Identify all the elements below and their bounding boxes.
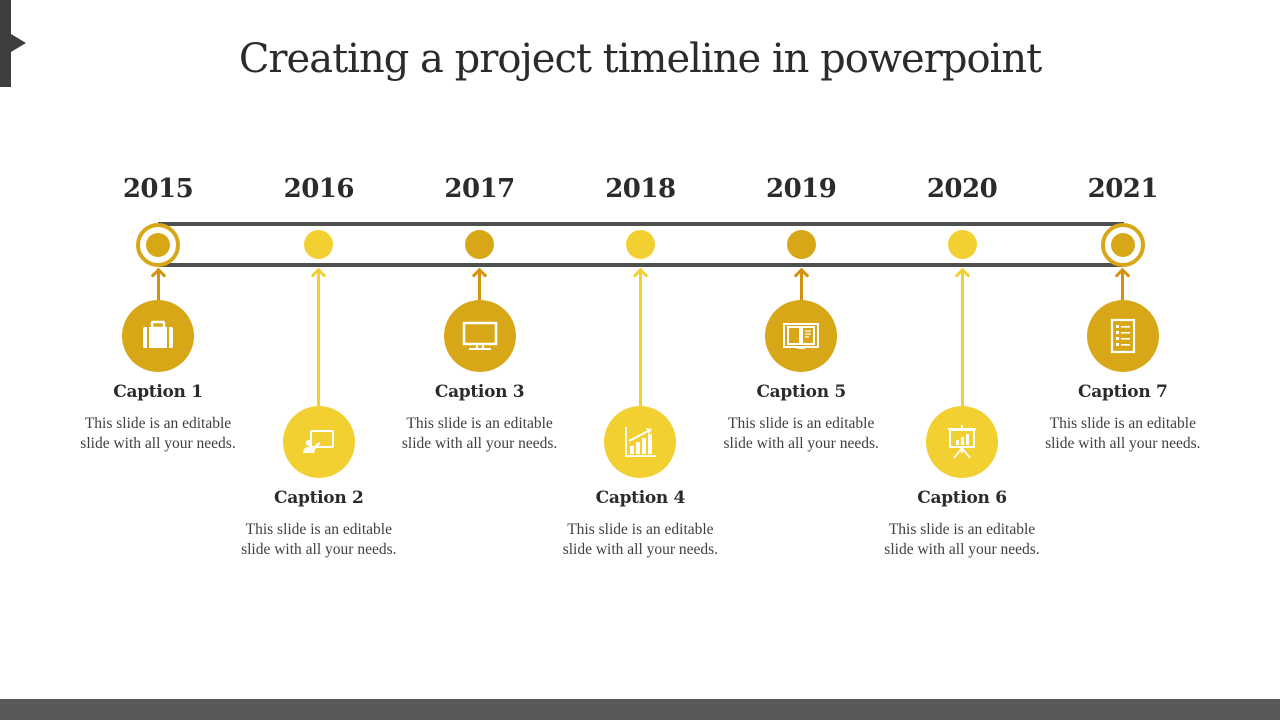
milestone-icon-circle	[443, 300, 516, 372]
timeline-dot-marker	[465, 230, 495, 259]
endpoint-marker-core	[146, 233, 170, 257]
caption-title: Caption 5	[756, 382, 846, 402]
caption-title: Caption 6	[917, 488, 1007, 508]
year-label: 2017	[444, 174, 515, 204]
caption-description: This slide is an editable slide with all…	[1045, 415, 1201, 452]
milestone-caption: Caption 1 This slide is an editable slide…	[73, 382, 243, 454]
caption-description: This slide is an editable slide with all…	[401, 415, 558, 452]
milestone-icon-circle	[604, 406, 677, 478]
year-label: 2021	[1087, 174, 1159, 204]
arrow-up-icon	[150, 267, 166, 284]
year-label: 2019	[766, 174, 837, 204]
milestone-icon-circle	[282, 406, 355, 478]
briefcase-icon	[138, 316, 178, 356]
arrow-up-icon	[311, 267, 327, 284]
milestone-caption: Caption 4 This slide is an editable slide…	[555, 488, 725, 560]
caption-description: This slide is an editable slide with all…	[80, 415, 236, 452]
growth-chart-icon	[620, 422, 660, 462]
timeline-dot-marker	[947, 230, 977, 259]
slide-title: Creating a project timeline in powerpoin…	[238, 36, 1042, 82]
arrow-up-icon	[954, 267, 970, 284]
connector-line	[960, 270, 964, 408]
caption-title: Caption 1	[113, 382, 203, 402]
year-label: 2018	[605, 174, 676, 204]
connector-line	[638, 270, 642, 408]
timeline-track-bottom	[158, 263, 1124, 267]
year-label: 2020	[926, 174, 998, 204]
caption-description: This slide is an editable slide with all…	[723, 415, 879, 452]
caption-title: Caption 4	[595, 488, 686, 508]
endpoint-marker-core	[1110, 233, 1135, 257]
timeline-track-top	[158, 222, 1124, 226]
timeline-dot-marker	[304, 230, 334, 259]
timeline-endpoint-marker	[1100, 223, 1145, 267]
presenter-board-icon	[299, 422, 339, 462]
footer-bar	[0, 699, 1280, 720]
arrow-up-icon	[1115, 267, 1131, 284]
arrow-up-icon	[632, 267, 649, 284]
presentation-easel-icon	[942, 422, 982, 462]
timeline-dot-marker	[786, 230, 816, 259]
arrow-up-icon	[471, 267, 488, 284]
arrow-up-icon	[793, 267, 809, 284]
caption-title: Caption 7	[1078, 382, 1168, 402]
caption-description: This slide is an editable slide with all…	[241, 521, 397, 558]
caption-title: Caption 2	[274, 488, 364, 508]
milestone-icon-circle	[926, 406, 998, 478]
caption-title: Caption 3	[434, 382, 525, 402]
milestone-caption: Caption 3 This slide is an editable slide…	[395, 382, 565, 454]
milestone-caption: Caption 7 This slide is an editable slide…	[1038, 382, 1208, 454]
year-label: 2016	[283, 174, 355, 204]
milestone-icon-circle	[765, 300, 838, 372]
connector-line	[317, 270, 321, 408]
milestone-caption: Caption 2 This slide is an editable slide…	[234, 488, 404, 560]
milestone-caption: Caption 5 This slide is an editable slide…	[716, 382, 886, 454]
caption-description: This slide is an editable slide with all…	[562, 521, 719, 558]
year-label: 2015	[122, 174, 194, 204]
milestone-caption: Caption 6 This slide is an editable slide…	[877, 488, 1047, 560]
monitor-icon	[460, 316, 500, 356]
open-book-icon	[781, 316, 821, 356]
caption-description: This slide is an editable slide with all…	[884, 521, 1040, 558]
milestone-icon-circle	[1086, 300, 1159, 372]
timeline-endpoint-marker	[136, 223, 180, 267]
timeline-dot-marker	[625, 230, 655, 259]
milestone-icon-circle	[122, 300, 194, 372]
checklist-icon	[1103, 316, 1143, 356]
